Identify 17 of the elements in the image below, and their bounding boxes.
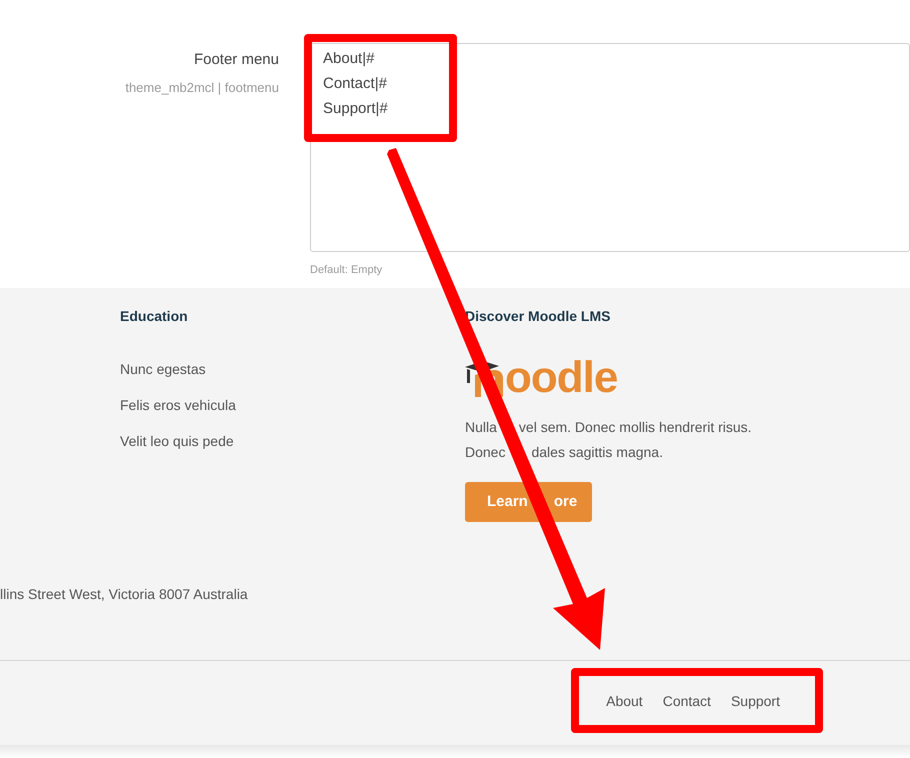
column-heading: Education xyxy=(120,307,189,326)
paragraph-text: Nulla xyxy=(465,418,497,437)
footer-menu-link[interactable]: Support xyxy=(730,690,780,712)
setting-key: theme_mb2mcl | footmenu xyxy=(125,78,279,97)
footer-menu-link[interactable]: Contact xyxy=(662,690,711,712)
paragraph-text: Donec xyxy=(465,443,506,462)
paragraph-text: dales sagittis magna. xyxy=(531,443,663,462)
address-text: llins Street West, Victoria 8007 Australia xyxy=(0,585,249,604)
setting-label: Footer menu xyxy=(194,50,279,70)
textarea-field[interactable]: About|# Contact|# Support|# xyxy=(310,43,910,252)
default-note: Default: Empty xyxy=(310,263,384,278)
paragraph-text: vel sem. Donec mollis hendrerit risus. xyxy=(518,418,752,437)
footer-link[interactable]: Nunc egestas xyxy=(120,359,206,380)
footer-menu-link[interactable]: About xyxy=(606,690,643,712)
footer-link[interactable]: Velit leo quis pede xyxy=(120,431,234,452)
logo-text: oodle xyxy=(505,356,618,400)
footer-link[interactable]: Felis eros vehicula xyxy=(120,395,236,416)
